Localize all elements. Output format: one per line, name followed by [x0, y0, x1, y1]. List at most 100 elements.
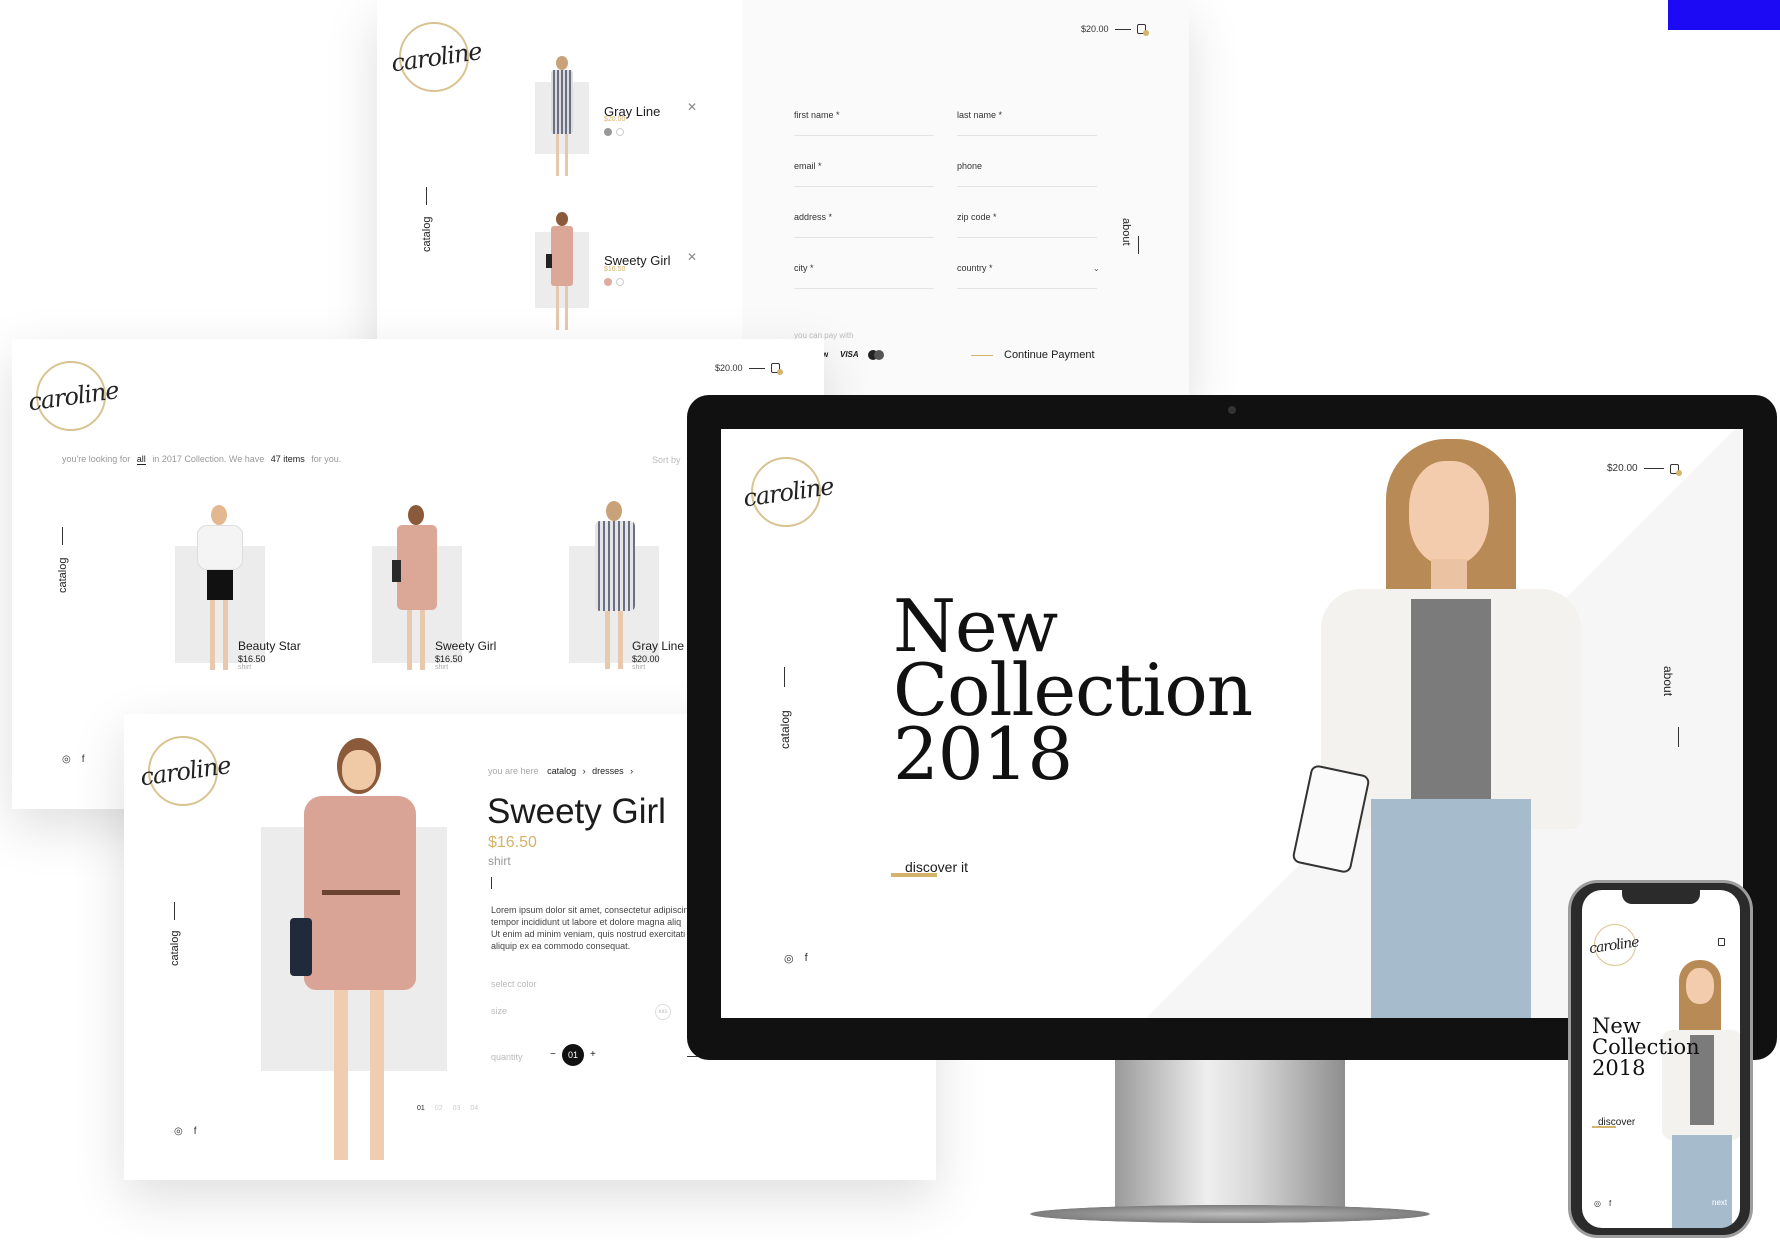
product-name[interactable]: Sweety Girl [435, 639, 496, 653]
address-field[interactable]: address * [794, 212, 934, 238]
product-name[interactable]: Beauty Star [238, 639, 301, 653]
logo[interactable]: caroline [742, 457, 835, 527]
discover-button[interactable]: discover it [905, 859, 968, 875]
phone-notch [1622, 890, 1700, 904]
remove-item-icon[interactable]: ✕ [687, 100, 697, 114]
social-links: ◎ f [174, 1126, 197, 1137]
size-label: size [491, 1006, 508, 1016]
filter-sentence: you're looking for all in 2017 Collectio… [62, 454, 342, 465]
cart-item-price: $20.00 [604, 116, 626, 123]
size-option[interactable]: xxs [655, 1004, 671, 1020]
pager-item[interactable]: 03 [453, 1105, 461, 1112]
cart-item-image [548, 56, 576, 178]
shopping-bag-icon[interactable] [1669, 463, 1682, 476]
country-dropdown-icon[interactable]: ⌄ [1093, 264, 1100, 273]
continue-line [971, 355, 993, 356]
cart-total: $20.00 [1081, 24, 1109, 34]
quantity-label: quantity [491, 1052, 523, 1062]
product-price: $16.50 [435, 654, 463, 664]
breadcrumb-separator: › [582, 766, 586, 776]
product-type: shirt [488, 854, 511, 868]
shopping-bag-icon[interactable] [770, 363, 783, 375]
pager-item[interactable]: 02 [435, 1105, 443, 1112]
facebook-icon[interactable]: f [805, 952, 808, 965]
cart-summary[interactable]: $20.00 [1607, 463, 1682, 476]
product-price: $20.00 [632, 654, 660, 664]
last-name-field[interactable]: last name * [957, 110, 1097, 136]
product-name[interactable]: Gray Line [632, 639, 684, 653]
product-price: $16.50 [238, 654, 266, 664]
first-name-field[interactable]: first name * [794, 110, 934, 136]
catalog-vertical-link[interactable]: catalog [778, 710, 792, 749]
image-pager: 01 02 03 04 [417, 1105, 478, 1112]
discover-button[interactable]: discover [1598, 1117, 1635, 1128]
instagram-icon[interactable]: ◎ [1594, 1199, 1601, 1208]
about-line [1678, 727, 1679, 747]
cart-dash [748, 367, 765, 369]
cart-dash [1643, 468, 1664, 469]
filter-suffix: for you. [311, 454, 342, 464]
breadcrumb: you are here catalog › dresses › [488, 766, 633, 776]
instagram-icon[interactable]: ◎ [174, 1126, 183, 1137]
breadcrumb-prefix: you are here [488, 766, 539, 776]
cart-total: $20.00 [1607, 463, 1638, 474]
country-select[interactable]: country * [957, 263, 1097, 289]
facebook-icon[interactable]: f [82, 754, 85, 765]
color-swatch[interactable] [604, 128, 612, 136]
catalog-line [426, 187, 427, 205]
zip-code-field[interactable]: zip code * [957, 212, 1097, 238]
city-field[interactable]: city * [794, 263, 934, 289]
social-links: ◎ f [62, 754, 85, 765]
product-image [392, 505, 442, 705]
product-type: shirt [435, 664, 449, 671]
hero-title-line: New [1592, 1014, 1641, 1038]
breadcrumb-separator: › [630, 766, 634, 776]
logo[interactable]: caroline [1588, 924, 1640, 966]
visa-icon: VISA [840, 350, 859, 359]
shopping-bag-icon[interactable] [1718, 938, 1725, 946]
monitor-base [1030, 1205, 1430, 1223]
remove-item-icon[interactable]: ✕ [687, 250, 697, 264]
about-vertical-link[interactable]: about [1661, 666, 1675, 696]
breadcrumb-catalog[interactable]: catalog [547, 766, 576, 776]
mastercard-icon [868, 350, 884, 360]
quantity-value[interactable]: 01 [562, 1044, 584, 1066]
logo[interactable]: caroline [27, 361, 120, 431]
monitor-stand [1115, 1055, 1345, 1210]
shopping-bag-icon[interactable] [1136, 24, 1149, 36]
filter-select[interactable]: all [136, 454, 146, 465]
email-field[interactable]: email * [794, 161, 934, 187]
pager-item[interactable]: 01 [417, 1105, 425, 1112]
quantity-decrease-button[interactable]: − [550, 1049, 556, 1060]
catalog-vertical-link[interactable]: catalog [57, 558, 69, 593]
cart-summary[interactable]: $20.00 [715, 363, 783, 375]
continue-payment-button[interactable]: Continue Payment [1004, 349, 1095, 361]
size-swatch[interactable] [616, 128, 624, 136]
item-count: 47 items [270, 454, 305, 464]
phone-field[interactable]: phone [957, 161, 1097, 187]
hero-title: New Collection 2018 [893, 590, 1253, 790]
divider [491, 877, 492, 889]
instagram-icon[interactable]: ◎ [784, 952, 794, 965]
color-swatch[interactable] [604, 278, 612, 286]
social-links: ◎ f [784, 952, 808, 965]
facebook-icon[interactable]: f [1609, 1199, 1611, 1208]
about-line [1138, 236, 1139, 254]
cart-total: $20.00 [715, 363, 743, 373]
logo[interactable]: caroline [390, 22, 483, 92]
sort-by-label[interactable]: Sort by [652, 455, 681, 465]
pager-item[interactable]: 04 [470, 1105, 478, 1112]
filter-prefix: you're looking for [62, 454, 131, 464]
facebook-icon[interactable]: f [194, 1126, 197, 1137]
next-button[interactable]: next [1712, 1198, 1727, 1207]
product-title: Sweety Girl [487, 792, 666, 831]
size-swatch[interactable] [616, 278, 624, 286]
about-vertical-link[interactable]: about [1120, 218, 1132, 246]
quantity-increase-button[interactable]: + [590, 1049, 596, 1060]
breadcrumb-dresses[interactable]: dresses [592, 766, 624, 776]
catalog-vertical-link[interactable]: catalog [169, 931, 181, 966]
instagram-icon[interactable]: ◎ [62, 754, 71, 765]
catalog-vertical-link[interactable]: catalog [421, 217, 433, 252]
cart-summary[interactable]: $20.00 [1081, 24, 1149, 36]
logo[interactable]: caroline [139, 736, 232, 806]
